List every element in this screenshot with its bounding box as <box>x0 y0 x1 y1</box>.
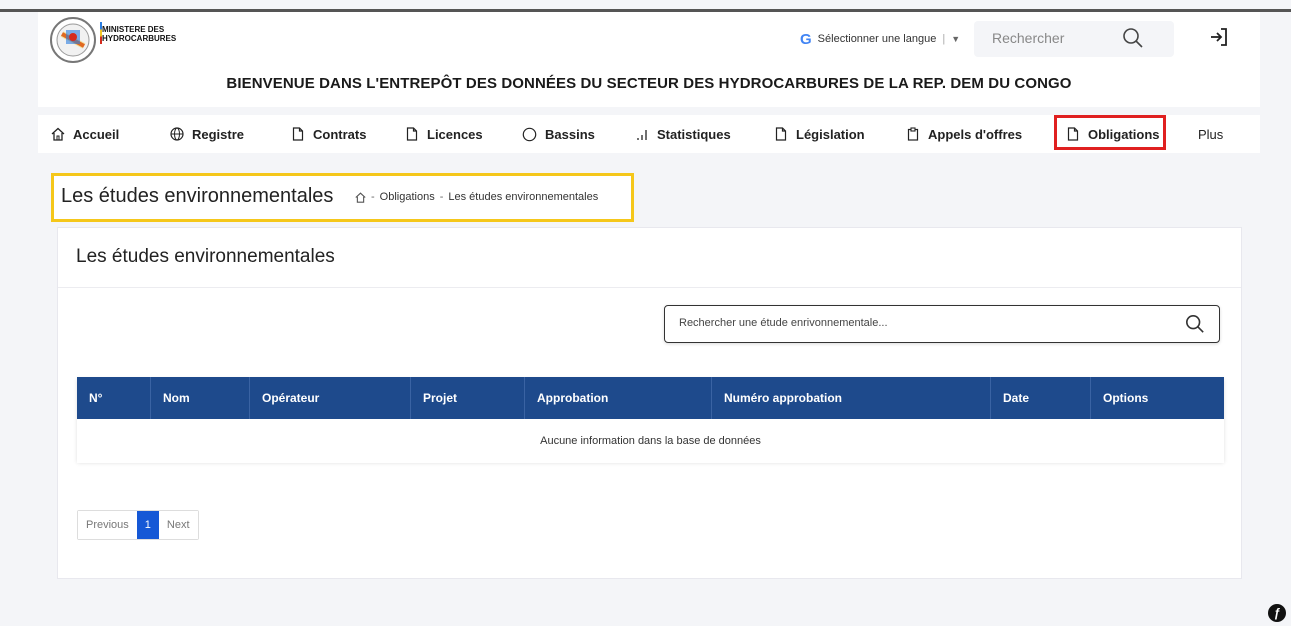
document-icon <box>292 127 304 141</box>
welcome-banner: BIENVENUE DANS L'ENTREPÔT DES DONNÉES DU… <box>226 75 1072 92</box>
breadcrumb-separator: - <box>371 191 375 203</box>
page-title: Les études environnementales <box>61 185 334 207</box>
studies-search <box>664 305 1220 343</box>
breadcrumb-item-obligations[interactable]: Obligations <box>380 191 435 203</box>
card-divider <box>58 287 1241 288</box>
document-icon <box>406 127 418 141</box>
ministry-name-line2: HYDROCARBURES <box>102 34 177 43</box>
table-header-row: N° Nom Opérateur Projet Approbation Numé… <box>77 377 1224 419</box>
breadcrumb-separator: - <box>439 191 444 203</box>
document-icon <box>775 127 787 141</box>
pagination-previous[interactable]: Previous <box>78 511 137 539</box>
main-navigation: Accueil Registre Contrats Licences Bassi… <box>38 115 1260 153</box>
google-icon: G <box>800 30 812 48</box>
column-header-approbation[interactable]: Approbation <box>524 377 712 419</box>
login-icon[interactable] <box>1208 26 1230 48</box>
pagination-next[interactable]: Next <box>158 511 198 539</box>
nav-item-accueil[interactable]: Accueil <box>51 115 119 153</box>
ministry-name: MINISTERE DES HYDROCARBURES <box>102 25 176 43</box>
clipboard-icon <box>907 127 919 141</box>
column-header-numero-approbation[interactable]: Numéro approbation <box>711 377 991 419</box>
column-header-numero[interactable]: N° <box>77 377 151 419</box>
nav-item-registre[interactable]: Registre <box>170 115 244 153</box>
nav-label: Appels d'offres <box>928 126 1023 142</box>
studies-search-input[interactable] <box>677 316 1161 330</box>
table-row: Aucune information dans la base de donné… <box>77 419 1224 463</box>
column-header-operateur[interactable]: Opérateur <box>249 377 411 419</box>
column-header-nom[interactable]: Nom <box>150 377 250 419</box>
nav-label: Plus <box>1198 126 1224 142</box>
column-header-projet[interactable]: Projet <box>410 377 525 419</box>
site-search-input[interactable] <box>990 29 1134 47</box>
ministry-logo <box>50 17 96 63</box>
nav-label: Contrats <box>313 126 367 142</box>
language-label: Sélectionner une langue <box>817 33 937 45</box>
nav-label: Législation <box>796 126 865 142</box>
circle-icon <box>522 127 537 141</box>
symfony-toolbar-icon[interactable]: ƒ <box>1268 604 1286 622</box>
ministry-name-line1: MINISTERE DES <box>102 25 165 34</box>
search-icon[interactable] <box>1122 27 1144 49</box>
site-header: MINISTERE DES HYDROCARBURES G Sélectionn… <box>38 12 1260 107</box>
breadcrumb-item-current: Les études environnementales <box>448 191 599 203</box>
nav-label: Accueil <box>73 126 120 142</box>
nav-label: Bassins <box>545 126 595 142</box>
home-icon <box>51 127 65 141</box>
breadcrumb: - Obligations - Les études environnement… <box>355 191 598 203</box>
nav-label: Registre <box>192 126 245 142</box>
page-header-highlight-box: Les études environnementales - Obligatio… <box>51 173 634 222</box>
nav-item-bassins[interactable]: Bassins <box>522 115 595 153</box>
globe-icon <box>170 127 184 141</box>
column-header-options: Options <box>1090 377 1224 419</box>
nav-item-licences[interactable]: Licences <box>405 115 483 153</box>
obligations-highlight-box <box>1054 115 1166 150</box>
home-icon[interactable] <box>355 191 366 203</box>
nav-item-contrats[interactable]: Contrats <box>291 115 366 153</box>
nav-label: Licences <box>427 126 483 142</box>
studies-table: N° Nom Opérateur Projet Approbation Numé… <box>77 377 1224 463</box>
pagination-page-current[interactable]: 1 <box>136 511 159 539</box>
column-header-date[interactable]: Date <box>990 377 1091 419</box>
nav-item-legislation[interactable]: Législation <box>774 115 865 153</box>
nav-label: Statistiques <box>657 126 731 142</box>
language-separator: | <box>942 33 946 45</box>
studies-card: Les études environnementales N° Nom Opér… <box>57 227 1242 579</box>
nav-item-appels-doffres[interactable]: Appels d'offres <box>906 115 1022 153</box>
site-search <box>974 21 1174 57</box>
nav-item-plus[interactable]: Plus <box>1198 115 1223 153</box>
dropdown-arrow-icon: ▼ <box>951 34 961 44</box>
pagination: Previous 1 Next <box>77 510 199 540</box>
bar-chart-icon <box>637 130 647 140</box>
studies-table-wrapper: N° Nom Opérateur Projet Approbation Numé… <box>77 377 1224 463</box>
nav-item-statistiques[interactable]: Statistiques <box>635 115 731 153</box>
empty-table-message: Aucune information dans la base de donné… <box>77 419 1224 463</box>
card-title: Les études environnementales <box>76 246 335 267</box>
search-icon[interactable] <box>1185 314 1205 334</box>
